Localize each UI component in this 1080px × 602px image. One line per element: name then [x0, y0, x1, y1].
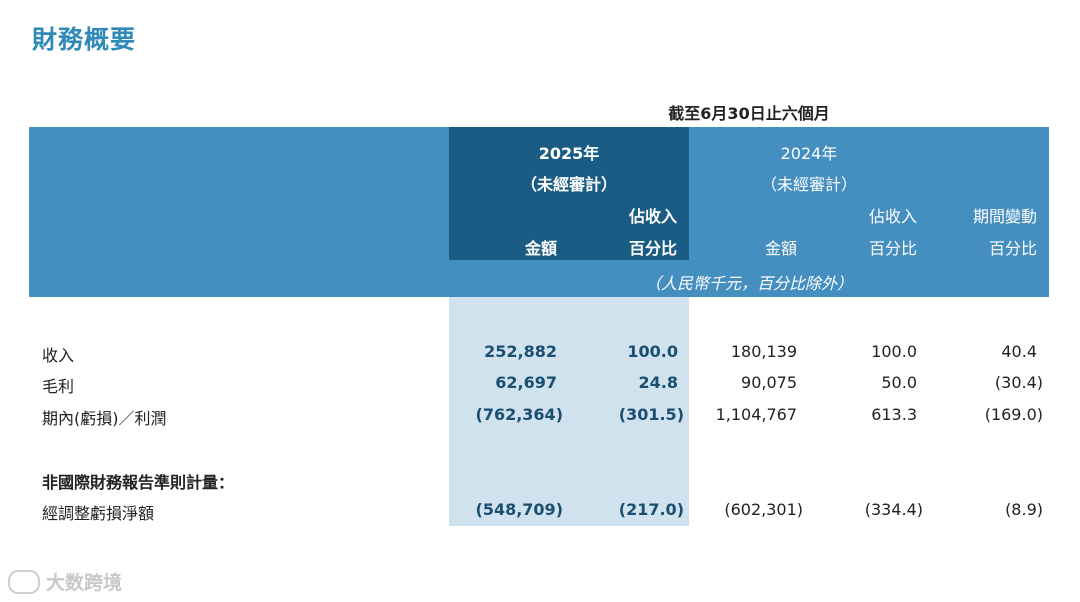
- cell-change: (30.4): [994, 373, 1043, 392]
- header-2025-audit: （未經審計）: [520, 175, 617, 194]
- watermark: 大数跨境: [8, 568, 122, 595]
- unit-note: （人民幣千元，百分比除外）: [644, 274, 853, 293]
- cell-2025-amount: 62,697: [495, 373, 557, 392]
- header-2024-pct-line1: 佔收入: [868, 207, 917, 226]
- cell-2024-amount: 1,104,767: [715, 405, 797, 424]
- header-2025-pct-line2: 百分比: [628, 239, 677, 258]
- cell-2024-amount: (602,301): [724, 500, 803, 519]
- watermark-logo-icon: [8, 569, 40, 594]
- header-2025-pct-line1: 佔收入: [628, 207, 677, 226]
- cell-2025-amount: 252,882: [484, 342, 557, 361]
- cell-change: (8.9): [1005, 500, 1043, 519]
- row-label: 收入: [42, 346, 75, 365]
- cell-2024-amount: 90,075: [741, 373, 797, 392]
- cell-2024-amount: 180,139: [730, 342, 797, 361]
- page-title: 財務概要: [32, 25, 137, 54]
- header-2024-audit: （未經審計）: [760, 175, 857, 194]
- period-header: 截至6月30日止六個月: [668, 104, 830, 123]
- row-label: 經調整虧損淨額: [42, 504, 155, 523]
- header-2025-year: 2025年: [538, 144, 600, 163]
- header-change-line1: 期間變動: [972, 207, 1037, 226]
- header-change-line2: 百分比: [988, 239, 1037, 258]
- cell-2025-pct: 24.8: [638, 373, 678, 392]
- watermark-text: 大数跨境: [46, 572, 123, 594]
- header-2024-amount: 金額: [764, 239, 797, 258]
- row-label: 毛利: [42, 377, 75, 396]
- cell-2025-amount: (762,364): [475, 405, 564, 424]
- cell-2025-amount: (548,709): [475, 500, 564, 519]
- cell-change: (169.0): [984, 405, 1043, 424]
- row-label: 期內(虧損)／利潤: [42, 409, 167, 428]
- header-2024-pct-line2: 百分比: [868, 239, 917, 258]
- cell-2025-pct: 100.0: [627, 342, 678, 361]
- header-2025-amount: 金額: [524, 239, 557, 258]
- cell-2025-pct: (217.0): [618, 500, 684, 519]
- cell-change: 40.4: [1001, 342, 1037, 361]
- cell-2024-pct: 613.3: [871, 405, 917, 424]
- section-heading: 非國際財務報告準則計量：: [42, 473, 235, 492]
- cell-2025-pct: (301.5): [618, 405, 684, 424]
- header-2024-year: 2024年: [780, 144, 838, 163]
- cell-2024-pct: (334.4): [864, 500, 923, 519]
- cell-2024-pct: 50.0: [881, 373, 917, 392]
- cell-2024-pct: 100.0: [871, 342, 917, 361]
